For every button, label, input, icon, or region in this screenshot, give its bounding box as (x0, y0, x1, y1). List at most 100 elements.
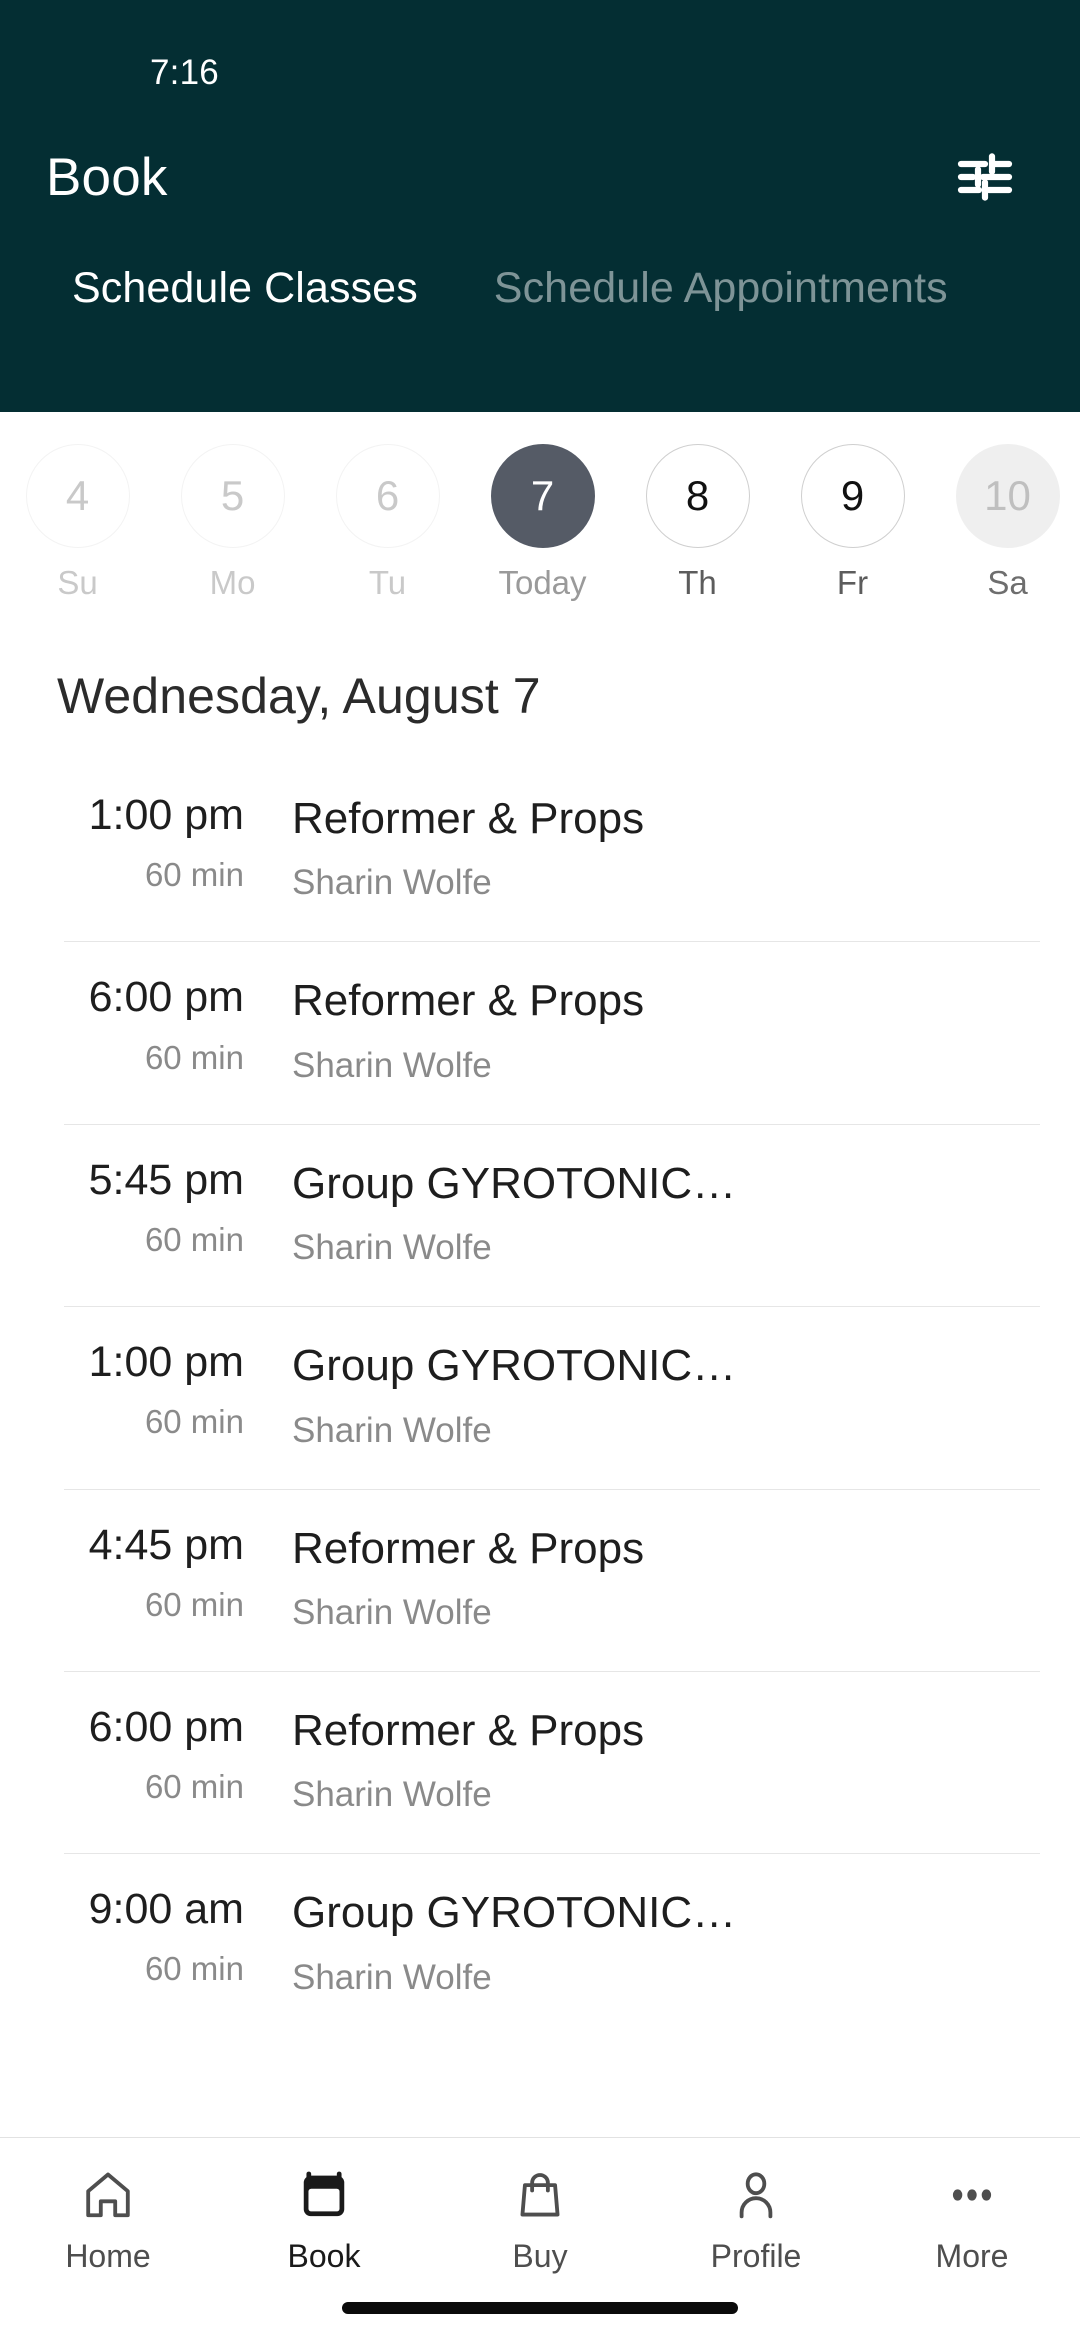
home-icon (81, 2164, 135, 2226)
class-name: Reformer & Props (292, 1524, 645, 1573)
class-duration: 60 min (144, 1768, 244, 1806)
class-instructor: Sharin Wolfe (292, 1045, 492, 1085)
date-cell-9[interactable]: 9 Fr (775, 444, 930, 599)
class-info-column: Group GYROTONIC® To… Sharin Wolfe (292, 1158, 1040, 1268)
class-time-column: 6:00 pm 60 min (0, 1702, 292, 1806)
date-number: 7 (490, 444, 595, 548)
tab-schedule-classes[interactable]: Schedule Classes (34, 264, 456, 313)
class-name: Reformer & Props (292, 795, 645, 843)
class-list-item[interactable]: 1:00 pm 60 min Group GYROTONIC® To… Shar… (0, 1306, 1080, 1488)
class-instructor: Sharin Wolfe (292, 1228, 492, 1268)
date-number: 4 (25, 444, 130, 548)
class-list-item[interactable]: 6:00 pm 60 min Reformer & Props Sharin W… (0, 941, 1080, 1123)
nav-item-home[interactable]: Home (0, 2164, 216, 2272)
bottom-navigation-bar: Home Book Buy Profile More (0, 2137, 1080, 2340)
date-cell-8[interactable]: 8 Th (620, 444, 775, 599)
class-duration: 60 min (144, 1585, 244, 1623)
date-number: 6 (335, 444, 440, 548)
date-cell-5[interactable]: 5 Mo (155, 444, 310, 599)
class-info-column: Reformer & Props Sharin Wolfe (292, 793, 1040, 903)
app-header: 7:16 Book Schedule Classes Schedule Appo… (0, 0, 1080, 412)
class-time-column: 1:00 pm 60 min (0, 791, 292, 894)
class-instructor: Sharin Wolfe (292, 863, 492, 903)
nav-item-profile[interactable]: Profile (648, 2164, 864, 2272)
nav-item-more[interactable]: More (864, 2164, 1080, 2272)
class-name: Group GYROTONIC® To… (292, 1889, 762, 1938)
date-number: 5 (180, 444, 285, 548)
class-list-item[interactable]: 6:00 pm 60 min Reformer & Props Sharin W… (0, 1670, 1080, 1853)
tab-schedule-appointments[interactable]: Schedule Appointments (456, 264, 986, 313)
class-info-column: Group GYROTONIC® To… Sharin Wolfe (292, 1340, 1040, 1450)
class-time-column: 1:00 pm 60 min (0, 1340, 292, 1441)
class-duration: 60 min (144, 1403, 244, 1441)
nav-label: More (935, 2238, 1009, 2274)
class-instructor: Sharin Wolfe (292, 1957, 492, 1997)
class-info-column: Reformer & Props Sharin Wolfe (292, 1523, 1040, 1633)
class-duration: 60 min (144, 1220, 244, 1258)
nav-label: Profile (710, 2238, 802, 2274)
class-time: 4:45 pm (88, 1520, 244, 1569)
class-list-item[interactable]: 4:45 pm 60 min Reformer & Props Sharin W… (0, 1488, 1080, 1671)
class-info-column: Group GYROTONIC® To… Sharin Wolfe (292, 1887, 1040, 1997)
class-duration: 60 min (144, 1038, 244, 1076)
class-list-item[interactable]: 1:00 pm 60 min Reformer & Props Sharin W… (0, 759, 1080, 941)
date-number: 9 (800, 444, 905, 548)
bag-icon (513, 2164, 567, 2226)
class-time: 1:00 pm (88, 791, 244, 839)
class-name: Reformer & Props (292, 977, 645, 1026)
class-time-column: 4:45 pm 60 min (0, 1520, 292, 1624)
class-time: 5:45 pm (88, 1155, 244, 1204)
calendar-icon (297, 2164, 351, 2226)
date-weekday: Tu (368, 564, 407, 601)
nav-item-buy[interactable]: Buy (432, 2164, 648, 2272)
date-cell-10[interactable]: 10 Sa (930, 444, 1080, 599)
tab-bar: Schedule Classes Schedule Appointments (0, 264, 1080, 313)
home-indicator[interactable] (342, 2302, 738, 2314)
date-strip[interactable]: 4 Su 5 Mo 6 Tu 7 Today 8 Th 9 Fr 10 Sa (0, 412, 1080, 637)
date-weekday: Today (498, 564, 587, 601)
date-cell-4[interactable]: 4 Su (0, 444, 155, 599)
class-instructor: Sharin Wolfe (292, 1592, 492, 1632)
nav-label: Book (287, 2238, 361, 2274)
date-number: 10 (955, 444, 1060, 548)
class-instructor: Sharin Wolfe (292, 1410, 492, 1450)
page-title: Book (46, 147, 168, 207)
class-list[interactable]: 1:00 pm 60 min Reformer & Props Sharin W… (0, 759, 1080, 2137)
class-instructor: Sharin Wolfe (292, 1775, 492, 1815)
date-weekday: Mo (209, 564, 256, 601)
person-icon (729, 2164, 783, 2226)
nav-label: Buy (512, 2238, 568, 2274)
status-bar-clock: 7:16 (150, 53, 219, 92)
date-number: 8 (645, 444, 750, 548)
class-time: 1:00 pm (88, 1338, 244, 1387)
class-duration: 60 min (144, 856, 244, 894)
nav-label: Home (65, 2238, 151, 2274)
date-weekday: Th (678, 564, 717, 601)
class-list-item[interactable]: 9:00 am 60 min Group GYROTONIC® To… Shar… (0, 1853, 1080, 2035)
sliders-filter-icon[interactable] (942, 134, 1028, 220)
ellipsis-icon (945, 2164, 999, 2226)
class-time: 6:00 pm (88, 1702, 244, 1751)
class-time: 9:00 am (88, 1885, 244, 1934)
class-name: Reformer & Props (292, 1706, 645, 1755)
class-time: 6:00 pm (88, 973, 244, 1022)
date-cell-6[interactable]: 6 Tu (310, 444, 465, 599)
class-duration: 60 min (144, 1950, 244, 1988)
class-time-column: 5:45 pm 60 min (0, 1155, 292, 1259)
date-cell-7-today[interactable]: 7 Today (465, 444, 620, 599)
class-name: Group GYROTONIC® To… (292, 1342, 762, 1391)
status-bar: 7:16 (0, 44, 1080, 102)
date-weekday: Sa (987, 564, 1028, 601)
class-time-column: 6:00 pm 60 min (0, 975, 292, 1076)
app-screen: 7:16 Book Schedule Classes Schedule Appo… (0, 0, 1080, 2340)
class-name: Group GYROTONIC® To… (292, 1159, 762, 1208)
class-info-column: Reformer & Props Sharin Wolfe (292, 1705, 1040, 1815)
selected-day-heading: Wednesday, August 7 (57, 668, 541, 724)
date-weekday: Su (57, 564, 98, 601)
nav-item-book[interactable]: Book (216, 2164, 432, 2272)
date-weekday: Fr (836, 564, 869, 601)
class-info-column: Reformer & Props Sharin Wolfe (292, 975, 1040, 1085)
class-time-column: 9:00 am 60 min (0, 1887, 292, 1988)
class-list-item[interactable]: 5:45 pm 60 min Group GYROTONIC® To… Shar… (0, 1123, 1080, 1306)
app-bar: Book (0, 102, 1080, 252)
